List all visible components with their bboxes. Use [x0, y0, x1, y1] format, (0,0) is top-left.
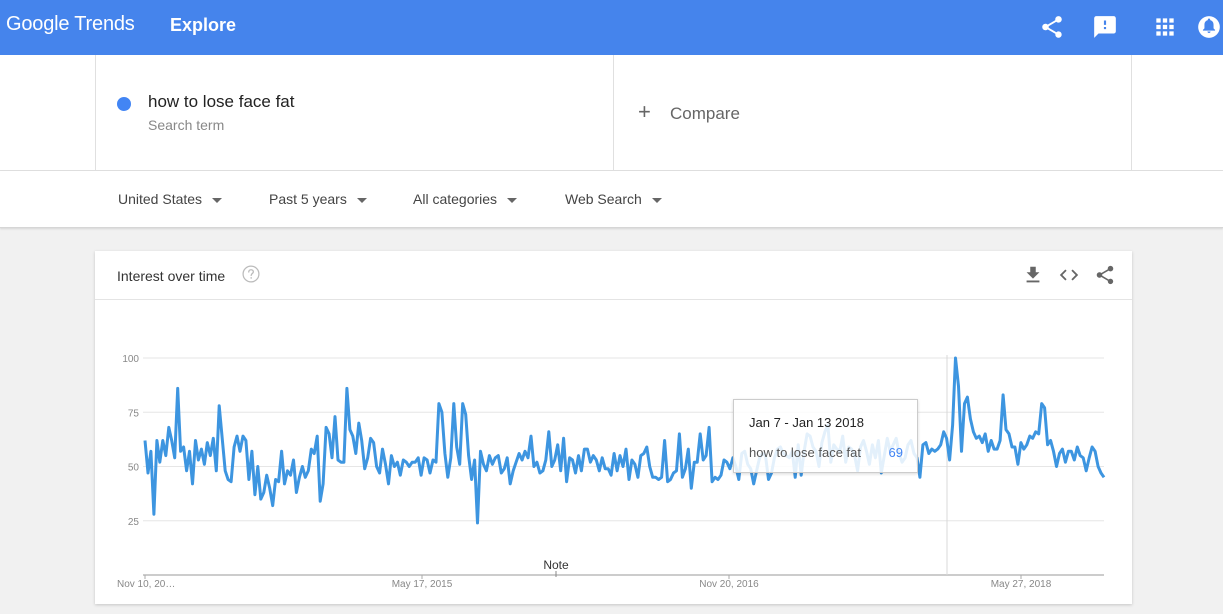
- term-color-dot: [117, 97, 131, 111]
- region-dropdown-label: United States: [118, 191, 203, 207]
- help-icon[interactable]: [241, 264, 261, 284]
- chart-tooltip: Jan 7 - Jan 13 2018 how to lose face fat…: [733, 399, 918, 473]
- x-tick-label: May 27, 2018: [991, 579, 1052, 590]
- series-line: [143, 356, 1106, 525]
- search-term-card[interactable]: how to lose face fat Search term: [95, 55, 614, 171]
- time-range-dropdown-label: Past 5 years: [269, 191, 347, 207]
- card-header: Interest over time: [95, 251, 1132, 300]
- chevron-down-icon: [212, 197, 223, 203]
- search-term-row: how to lose face fat Search term + Compa…: [0, 55, 1223, 171]
- tooltip-value: 69: [888, 445, 903, 460]
- share-icon[interactable]: [1094, 264, 1116, 286]
- plus-icon: +: [638, 99, 651, 124]
- y-tick-label: 75: [128, 408, 140, 419]
- feedback-icon[interactable]: [1092, 14, 1118, 40]
- search-type-dropdown[interactable]: Web Search: [565, 190, 662, 208]
- y-tick-label: 50: [128, 463, 140, 474]
- card-title: Interest over time: [117, 268, 226, 284]
- search-term-text[interactable]: how to lose face fat: [148, 92, 294, 112]
- search-type-dropdown-label: Web Search: [565, 191, 642, 207]
- y-tick-label: 25: [128, 517, 140, 528]
- time-range-dropdown[interactable]: Past 5 years: [269, 190, 367, 208]
- region-dropdown[interactable]: United States: [118, 190, 223, 208]
- google-trends-logo[interactable]: Google Trends: [6, 12, 135, 36]
- notifications-icon[interactable]: [1196, 14, 1222, 40]
- apps-icon[interactable]: [1152, 14, 1178, 40]
- download-icon[interactable]: [1022, 264, 1044, 286]
- top-app-bar: Google Trends Explore: [0, 0, 1223, 55]
- tooltip-date: Jan 7 - Jan 13 2018: [749, 415, 864, 430]
- embed-icon[interactable]: [1058, 264, 1080, 286]
- chevron-down-icon: [356, 197, 367, 203]
- page-title: Explore: [170, 15, 237, 35]
- share-icon[interactable]: [1039, 14, 1065, 40]
- filter-bar: United States Past 5 years All categorie…: [0, 171, 1223, 228]
- note-annotation: Note: [543, 558, 569, 572]
- chevron-down-icon: [507, 197, 518, 203]
- category-dropdown-label: All categories: [413, 191, 498, 207]
- compare-card[interactable]: + Compare: [614, 55, 1132, 171]
- search-term-sublabel: Search term: [148, 117, 225, 133]
- x-tick-label: Nov 20, 2016: [699, 579, 759, 590]
- x-tick-label: May 17, 2015: [392, 579, 453, 590]
- interest-over-time-card: Interest over time 100 75 50 25 Nov 10, 20… M…: [95, 251, 1132, 604]
- compare-button[interactable]: Compare: [670, 104, 740, 124]
- chevron-down-icon: [651, 197, 662, 203]
- y-tick-label: 100: [122, 354, 139, 365]
- category-dropdown[interactable]: All categories: [413, 190, 518, 208]
- x-tick-label: Nov 10, 20…: [117, 579, 175, 590]
- interest-over-time-chart[interactable]: 100 75 50 25 Nov 10, 20… May 17, 2015 Nov 20, …: [95, 301, 1132, 604]
- tooltip-term: how to lose face fat: [749, 445, 862, 460]
